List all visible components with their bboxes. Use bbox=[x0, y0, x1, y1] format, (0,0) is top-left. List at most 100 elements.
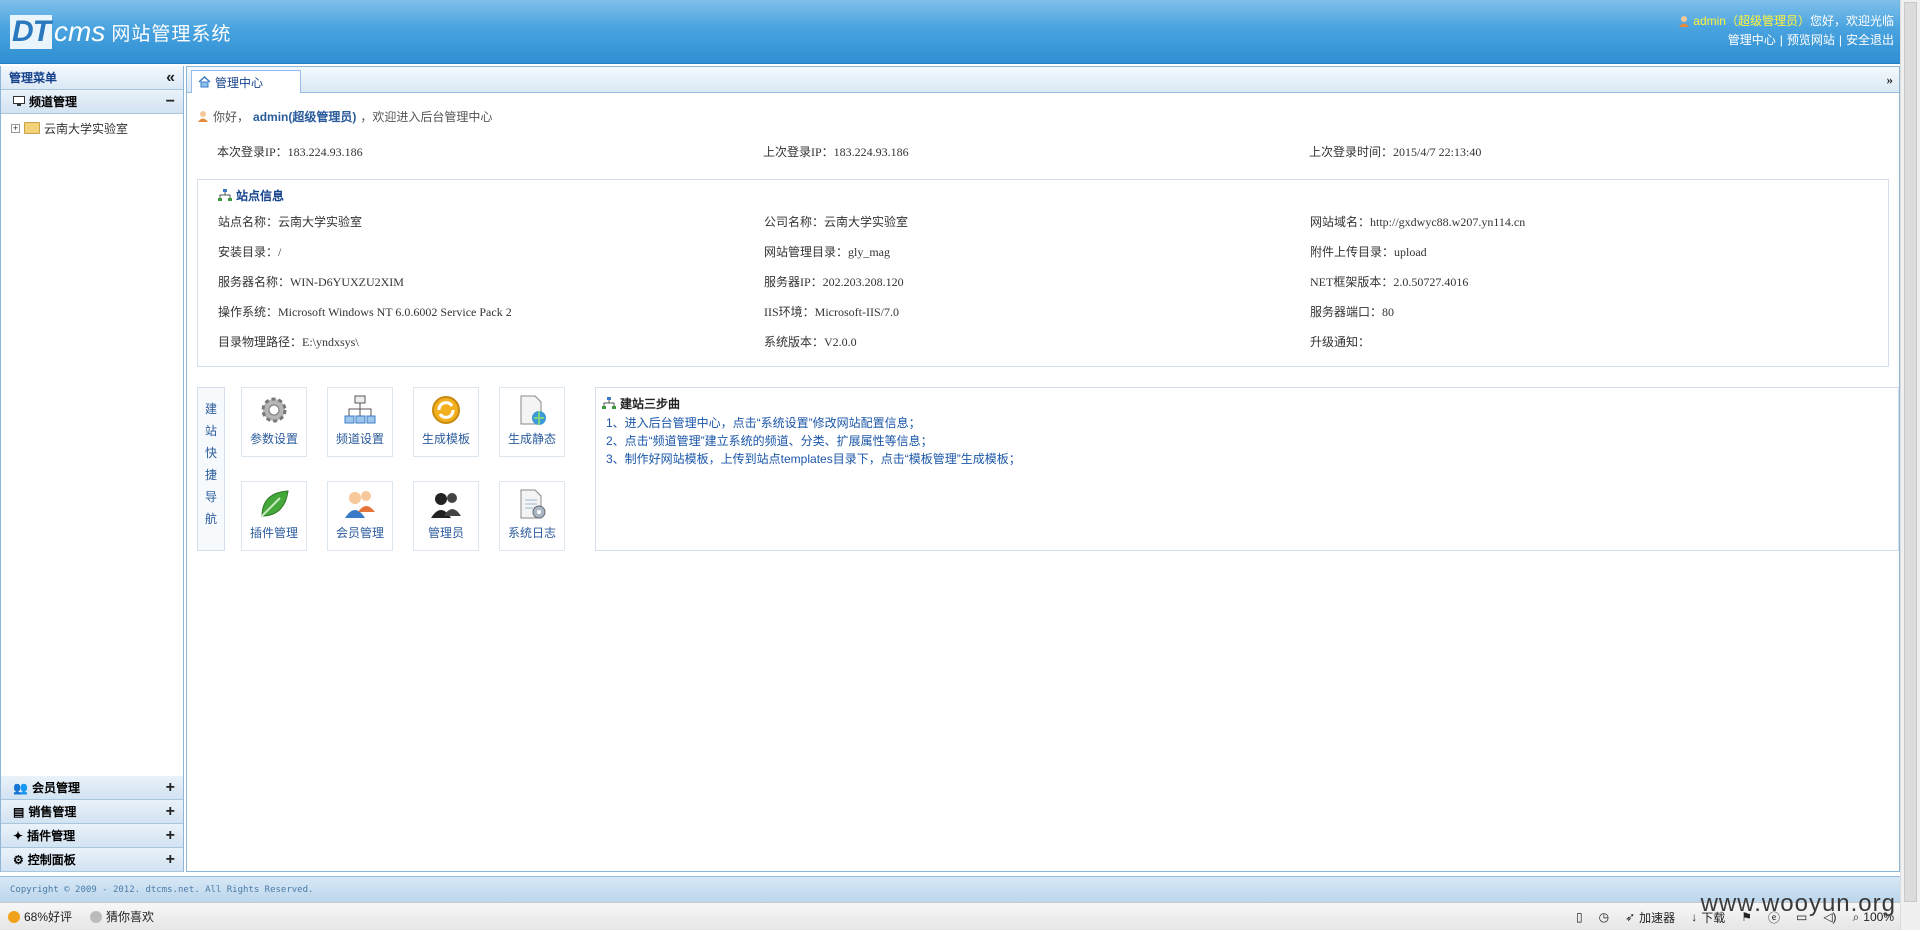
site-info-title: 站点信息 bbox=[198, 184, 1888, 206]
users-icon bbox=[345, 491, 375, 518]
sidebar-group-control-panel[interactable]: ⚙ 控制面板 + bbox=[1, 848, 183, 872]
collapse-sidebar-icon[interactable]: « bbox=[166, 69, 175, 87]
sidebar-group-label: ⚙ 控制面板 bbox=[13, 851, 76, 868]
guess-you-like-item[interactable]: 猜你喜欢 bbox=[90, 908, 154, 925]
tree-node-lab[interactable]: + 云南大学实验室 bbox=[11, 118, 183, 138]
iis-version: IIS环境：Microsoft-IIS/7.0 bbox=[764, 304, 899, 319]
log-icon bbox=[520, 489, 546, 519]
dashboard-content: 你好， admin(超级管理员) ，欢迎进入后台管理中心 本次登录IP：183.22… bbox=[187, 93, 1899, 553]
history-icon[interactable]: ◷ bbox=[1599, 910, 1609, 924]
quick-nav-char: 捷 bbox=[204, 468, 217, 482]
minus-icon[interactable]: − bbox=[166, 93, 175, 111]
rating-text: 68%好评 bbox=[24, 910, 73, 924]
rocket-icon: ➶ bbox=[1625, 910, 1636, 924]
circle-icon bbox=[90, 910, 103, 923]
button-label: 会员管理 bbox=[335, 526, 384, 540]
leaf-icon bbox=[261, 490, 289, 517]
sidebar-title: 管理菜单 bbox=[9, 71, 58, 85]
sidebar-group-text: 销售管理 bbox=[28, 805, 77, 819]
logout-link[interactable]: 安全退出 bbox=[1846, 33, 1894, 47]
tree-node-label[interactable]: 云南大学实验室 bbox=[44, 120, 128, 137]
download-icon: ↓ bbox=[1691, 910, 1698, 924]
administrator-button[interactable]: 管理员 bbox=[413, 481, 479, 551]
sidebar-collapsed-groups: 👥 会员管理 + ▤ 销售管理 + ✦ 插件管理 + ⚙ 控制面板 + bbox=[1, 776, 183, 872]
param-settings-button[interactable]: 参数设置 bbox=[241, 387, 307, 457]
logo-system-name: 网站管理系统 bbox=[111, 23, 232, 45]
quick-nav-char: 建 bbox=[204, 402, 217, 416]
channel-settings-button[interactable]: 频道设置 bbox=[327, 387, 393, 457]
admin-center-link[interactable]: 管理中心 bbox=[1728, 33, 1776, 47]
step-item: 1、进入后台管理中心，点击“系统设置”修改网站配置信息； bbox=[606, 416, 921, 430]
install-dir: 安装目录：/ bbox=[218, 244, 282, 259]
net-version: NET框架版本：2.0.50727.4016 bbox=[1310, 274, 1469, 289]
sidebar-group-sales[interactable]: ▤ 销售管理 + bbox=[1, 800, 183, 824]
upgrade-notice: 升级通知： bbox=[1310, 334, 1371, 349]
plugin-icon: ✦ bbox=[13, 828, 24, 843]
info-row: 站点名称：云南大学实验室 公司名称：云南大学实验室 网站域名：http://gx… bbox=[198, 206, 1888, 236]
quick-nav-char: 快 bbox=[204, 446, 217, 460]
channel-tree: + 云南大学实验室 bbox=[1, 114, 183, 752]
sidebar-group-members[interactable]: 👥 会员管理 + bbox=[1, 776, 183, 800]
plus-icon[interactable]: + bbox=[166, 803, 175, 821]
top-header: DT cms 网站管理系统 admin（超级管理员）您好，欢迎光临 管理中心 | 预… bbox=[0, 0, 1900, 64]
members-icon: 👥 bbox=[13, 780, 28, 795]
member-management-button[interactable]: 会员管理 bbox=[327, 481, 393, 551]
separator: | bbox=[1838, 33, 1842, 47]
server-port: 服务器端口：80 bbox=[1310, 304, 1395, 319]
logo-dt: DT bbox=[10, 15, 52, 49]
generate-template-button[interactable]: 生成模板 bbox=[413, 387, 479, 457]
step-item: 3、制作好网站模板，上传到站点templates目录下，点击“模板管理”生成模板… bbox=[606, 452, 1021, 466]
last-login-time: 上次登录时间：2015/4/7 22:13:40 bbox=[1309, 144, 1482, 159]
sidebar-group-text: 控制面板 bbox=[27, 853, 76, 867]
step-item: 2、点击“频道管理”建立系统的频道、分类、扩展属性等信息； bbox=[606, 434, 933, 448]
tab-label: 管理中心 bbox=[215, 75, 264, 90]
admin-users-icon bbox=[431, 493, 461, 518]
sitemap-icon bbox=[602, 396, 616, 409]
button-label: 系统日志 bbox=[507, 526, 556, 540]
username: admin bbox=[1693, 14, 1726, 28]
tab-menu-chevron-icon[interactable]: » bbox=[1887, 72, 1894, 88]
sidebar-group-label: ▤ 销售管理 bbox=[13, 803, 76, 820]
sidebar-group-label: 频道管理 bbox=[13, 93, 77, 110]
sidebar-group-plugins[interactable]: ✦ 插件管理 + bbox=[1, 824, 183, 848]
refresh-icon bbox=[432, 396, 460, 424]
accelerator-text: 加速器 bbox=[1639, 910, 1676, 925]
accelerator-item[interactable]: ➶ 加速器 bbox=[1625, 909, 1675, 926]
plus-icon[interactable]: + bbox=[166, 779, 175, 797]
quick-nav-text: 建站快捷导航 bbox=[198, 398, 224, 530]
button-label: 生成模板 bbox=[421, 432, 470, 446]
button-label: 频道设置 bbox=[335, 432, 384, 446]
welcome-suffix: ，欢迎进入后台管理中心 bbox=[360, 109, 493, 124]
phone-icon[interactable]: ▯ bbox=[1576, 910, 1583, 924]
tab-admin-center[interactable]: 管理中心 bbox=[191, 70, 301, 93]
button-label: 插件管理 bbox=[249, 526, 298, 540]
generate-static-button[interactable]: 生成静态 bbox=[499, 387, 565, 457]
page-scrollbar[interactable] bbox=[1900, 0, 1920, 930]
sidebar-group-channel[interactable]: 频道管理 − bbox=[1, 90, 183, 114]
last-login-ip: 上次登录IP：183.224.93.186 bbox=[763, 144, 909, 159]
plugin-management-button[interactable]: 插件管理 bbox=[241, 481, 307, 551]
monitor-icon bbox=[13, 96, 25, 106]
main-panel: 管理中心 » 你好， admin(超级管理员) ，欢迎进入后台管理中心 本次登录IP… bbox=[186, 66, 1900, 872]
system-log-button[interactable]: 系统日志 bbox=[499, 481, 565, 551]
footer: Copyright © 2009 - 2012. dtcms.net. All … bbox=[0, 876, 1900, 902]
rating-item[interactable]: 68%好评 bbox=[8, 908, 72, 925]
expand-icon[interactable]: + bbox=[11, 123, 20, 133]
gear-icon bbox=[261, 397, 287, 423]
welcome-admin: admin(超级管理员) bbox=[253, 109, 357, 124]
sidebar-group-text: 频道管理 bbox=[29, 95, 78, 109]
plus-icon[interactable]: + bbox=[166, 851, 175, 869]
user-greeting-line: admin（超级管理员）您好，欢迎光临 bbox=[1678, 12, 1894, 31]
button-label: 管理员 bbox=[427, 526, 464, 540]
greeting-text: 您好，欢迎光临 bbox=[1809, 14, 1894, 28]
login-info-row: 本次登录IP：183.224.93.186 上次登录IP：183.224.93.… bbox=[197, 139, 1889, 163]
scrollbar-thumb[interactable] bbox=[1904, 2, 1917, 902]
info-row: 服务器名称：WIN-D6YUXZU2XIM 服务器IP：202.203.208.… bbox=[198, 266, 1888, 296]
current-login-ip: 本次登录IP：183.224.93.186 bbox=[217, 144, 363, 159]
plus-icon[interactable]: + bbox=[166, 827, 175, 845]
preview-site-link[interactable]: 预览网站 bbox=[1787, 33, 1835, 47]
site-domain: 网站域名：http://gxdwyc88.w207.yn114.cn bbox=[1310, 214, 1526, 229]
sitemap-icon bbox=[344, 395, 376, 424]
sitemap-icon bbox=[218, 188, 232, 201]
logo-cms: cms bbox=[54, 16, 106, 47]
